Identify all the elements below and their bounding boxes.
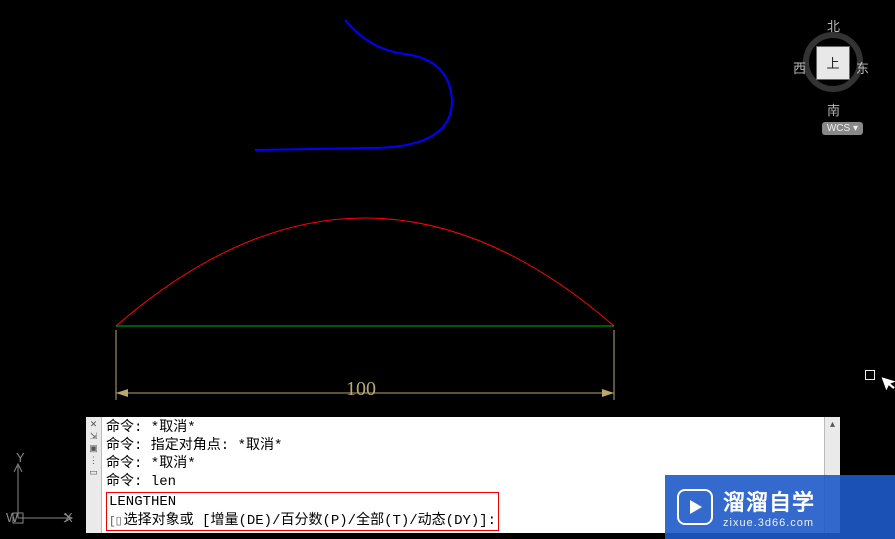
ucs-x-label: X xyxy=(64,510,73,525)
command-panel-gutter[interactable]: ✕ ⇲ ▣ ⋮ ▭ xyxy=(86,417,102,533)
command-prompt[interactable]: 选择对象或 [增量(DE)/百分数(P)/全部(T)/动态(DY)]: xyxy=(124,512,496,530)
arc-entity[interactable] xyxy=(116,218,614,326)
pin-icon[interactable]: ▣ xyxy=(89,444,98,453)
drawing-viewport[interactable]: 100 上 北 南 西 东 WCS ▾ Y X W ✕ ⇲ ▣ ⋮ xyxy=(0,0,895,539)
watermark-title: 溜溜自学 xyxy=(723,485,815,517)
dim-arrow-right xyxy=(602,389,614,397)
wcs-badge[interactable]: WCS ▾ xyxy=(822,122,863,135)
handle-icon[interactable]: ▭ xyxy=(89,468,98,477)
dots-icon[interactable]: ⋮ xyxy=(89,456,98,465)
ucs-icon: Y X W xyxy=(8,458,78,531)
watermark-badge: 溜溜自学 zixue.3d66.com xyxy=(665,475,895,539)
dimension-text[interactable]: 100 xyxy=(346,378,376,401)
scroll-up-icon[interactable]: ▴ xyxy=(830,419,835,430)
viewcube-top-face[interactable]: 上 xyxy=(816,46,850,80)
view-cube[interactable]: 上 北 南 西 东 xyxy=(789,6,875,106)
viewcube-south[interactable]: 南 xyxy=(827,100,840,119)
wcs-label: WCS xyxy=(827,123,850,134)
viewcube-east[interactable]: 东 xyxy=(856,58,869,77)
play-icon xyxy=(677,489,713,525)
pick-box-cursor xyxy=(865,370,875,380)
cmd-line: 命令: 指定对角点: *取消* xyxy=(106,437,820,455)
watermark-url: zixue.3d66.com xyxy=(723,517,815,529)
close-icon[interactable]: ✕ xyxy=(90,420,98,429)
cmd-active: LENGTHEN xyxy=(109,493,496,511)
expand-icon[interactable]: ⇲ xyxy=(90,432,98,441)
viewcube-north[interactable]: 北 xyxy=(827,16,840,35)
cmd-line: 命令: *取消* xyxy=(106,455,820,473)
command-prompt-icon: [▯ xyxy=(109,514,122,528)
ucs-w-label: W xyxy=(6,510,18,525)
spline-curve[interactable] xyxy=(255,20,452,150)
ucs-y-label: Y xyxy=(16,450,25,465)
cmd-line: 命令: *取消* xyxy=(106,419,820,437)
viewcube-west[interactable]: 西 xyxy=(793,58,806,77)
dim-arrow-left xyxy=(116,389,128,397)
active-command-highlight: LENGTHEN [▯ 选择对象或 [增量(DE)/百分数(P)/全部(T)/动… xyxy=(106,492,499,531)
